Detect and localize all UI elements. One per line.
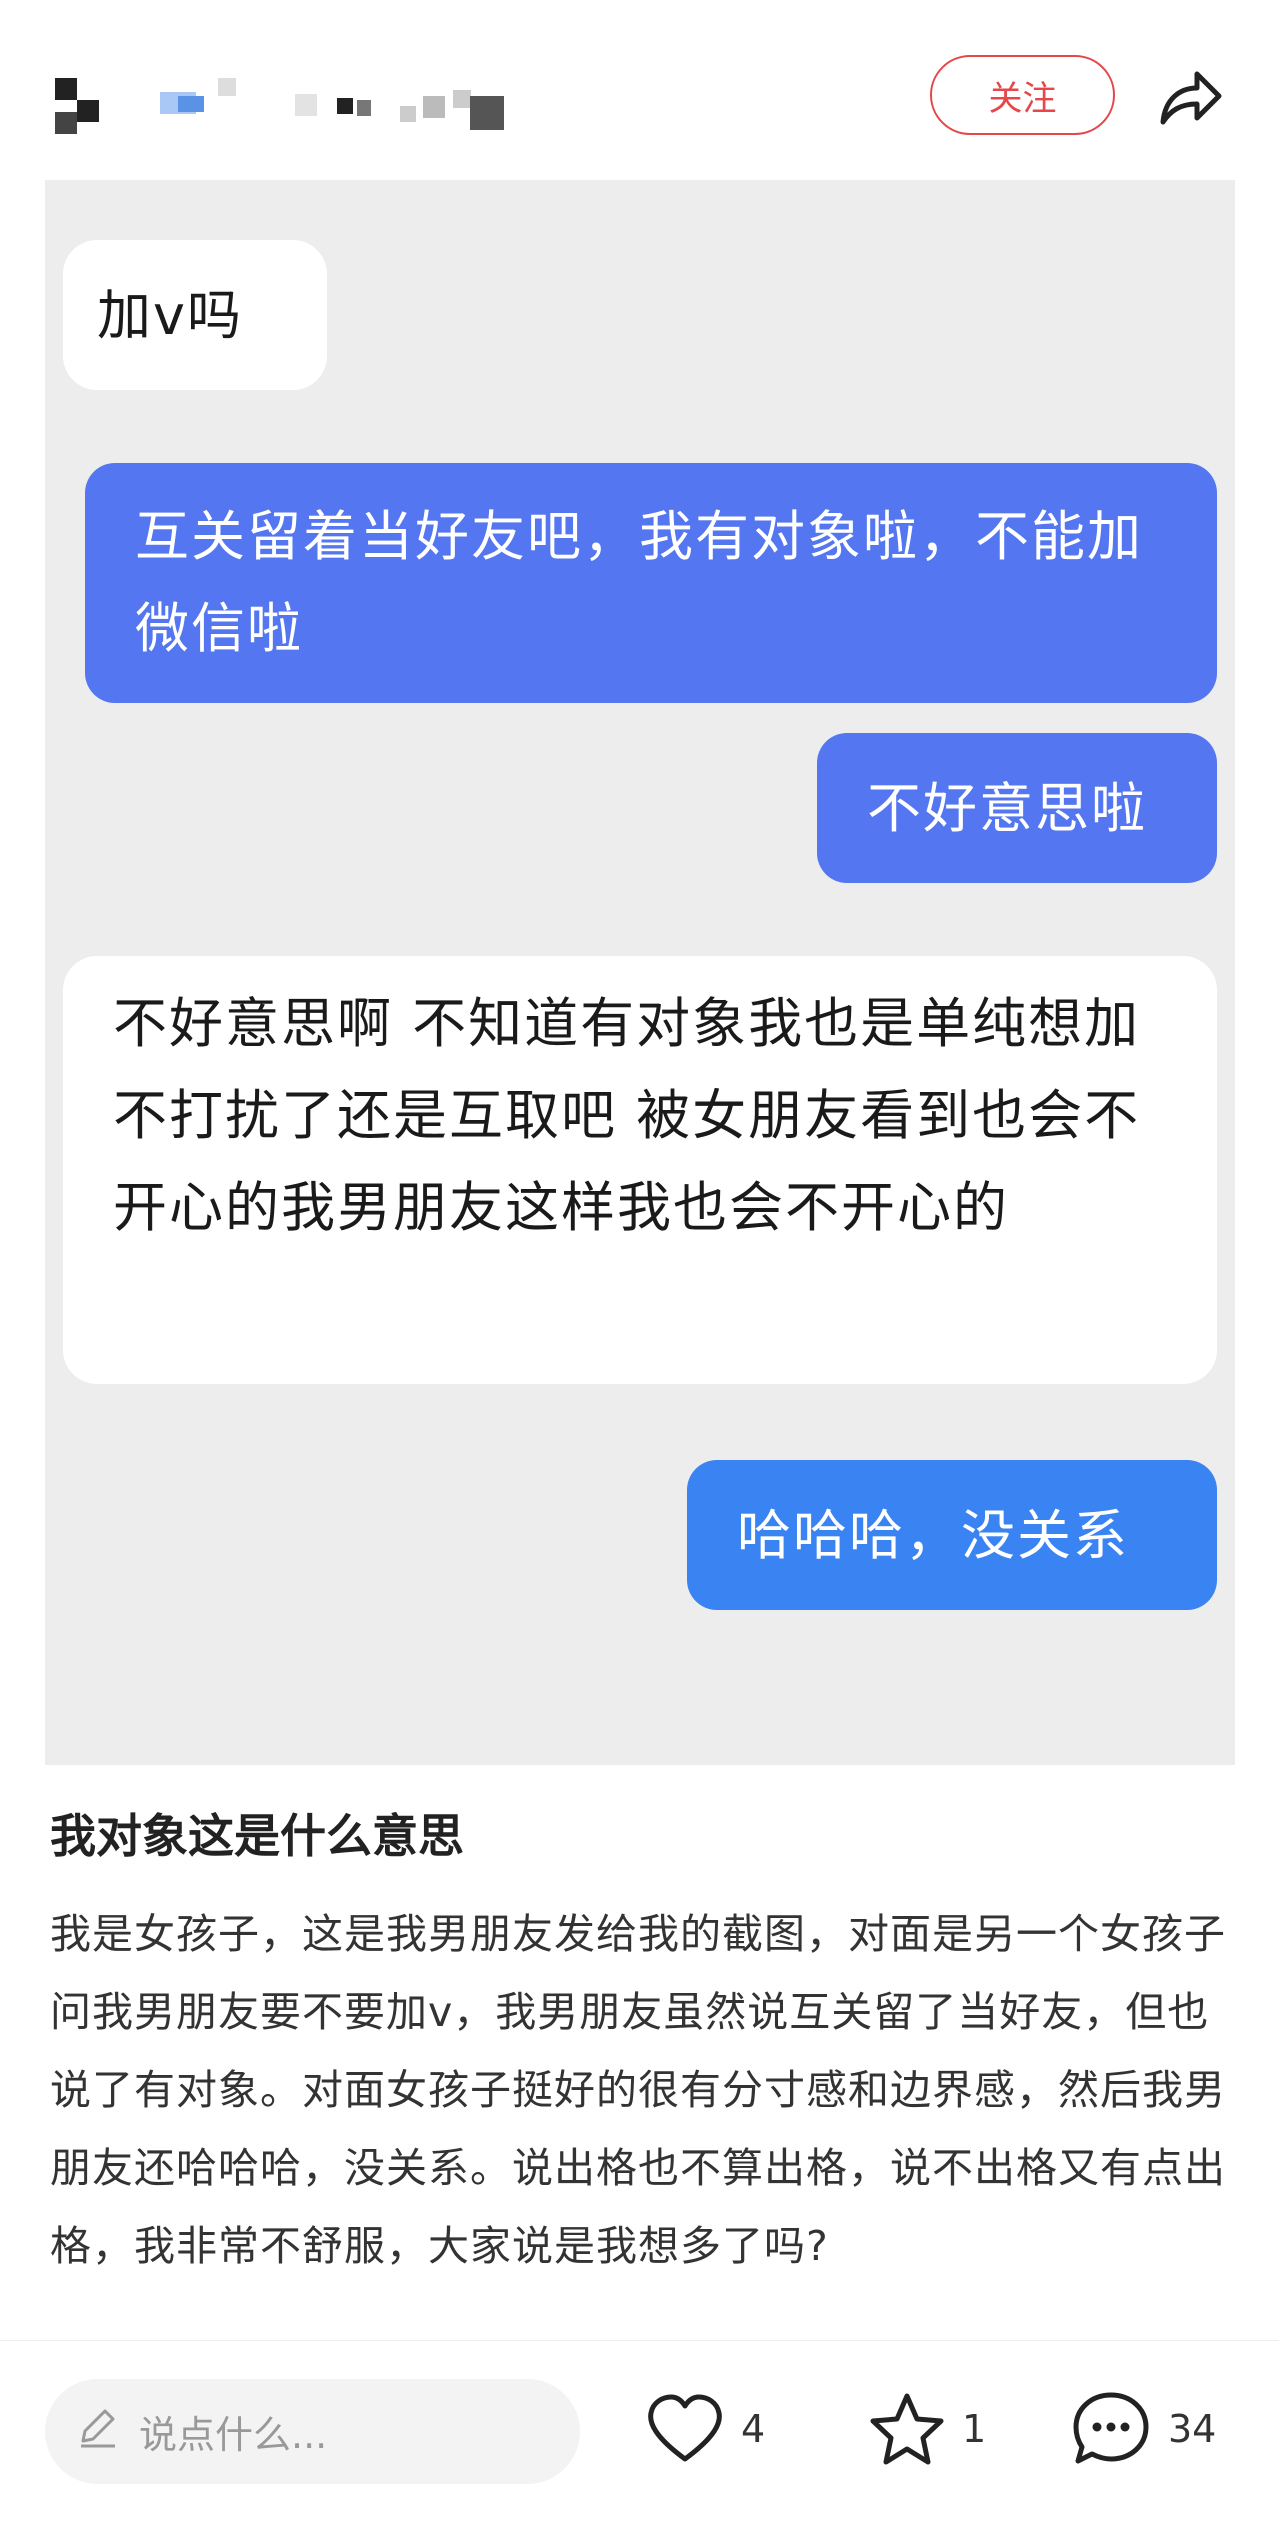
comment-input[interactable]: 说点什么... <box>45 2379 580 2484</box>
heart-icon <box>645 2393 725 2465</box>
comment-bubble-icon <box>1070 2389 1152 2469</box>
share-arrow-icon[interactable] <box>1155 62 1225 132</box>
bottom-action-bar: 说点什么... 4 1 34 <box>0 2340 1279 2543</box>
comment-button[interactable]: 34 <box>1070 2389 1216 2469</box>
like-button[interactable]: 4 <box>645 2389 765 2469</box>
comment-count: 34 <box>1168 2407 1217 2451</box>
chat-message-left: 加v吗 <box>63 240 327 390</box>
chat-message-left: 不好意思啊 不知道有对象我也是单纯想加 不打扰了还是互取吧 被女朋友看到也会不开… <box>63 956 1217 1384</box>
star-icon <box>868 2391 946 2467</box>
pixelated-username[interactable] <box>55 78 505 138</box>
comment-placeholder: 说点什么... <box>139 2413 328 2457</box>
favorite-button[interactable]: 1 <box>868 2389 986 2469</box>
favorite-count: 1 <box>962 2407 987 2451</box>
follow-button[interactable]: 关注 <box>930 55 1115 135</box>
header: 关注 <box>0 0 1279 180</box>
chat-message-right: 不好意思啦 <box>817 733 1217 883</box>
chat-message-right: 哈哈哈，没关系 <box>687 1460 1217 1610</box>
like-count: 4 <box>741 2407 766 2451</box>
pencil-icon <box>75 2405 119 2458</box>
chat-screenshot: 加v吗 互关留着当好友吧，我有对象啦，不能加微信啦 不好意思啦 不好意思啊 不知… <box>45 180 1235 1765</box>
post-body: 我是女孩子，这是我男朋友发给我的截图，对面是另一个女孩子问我男朋友要不要加v，我… <box>50 1910 1226 2270</box>
chat-message-right: 互关留着当好友吧，我有对象啦，不能加微信啦 <box>85 463 1217 703</box>
post-title: 我对象这是什么意思 <box>50 1809 464 1863</box>
